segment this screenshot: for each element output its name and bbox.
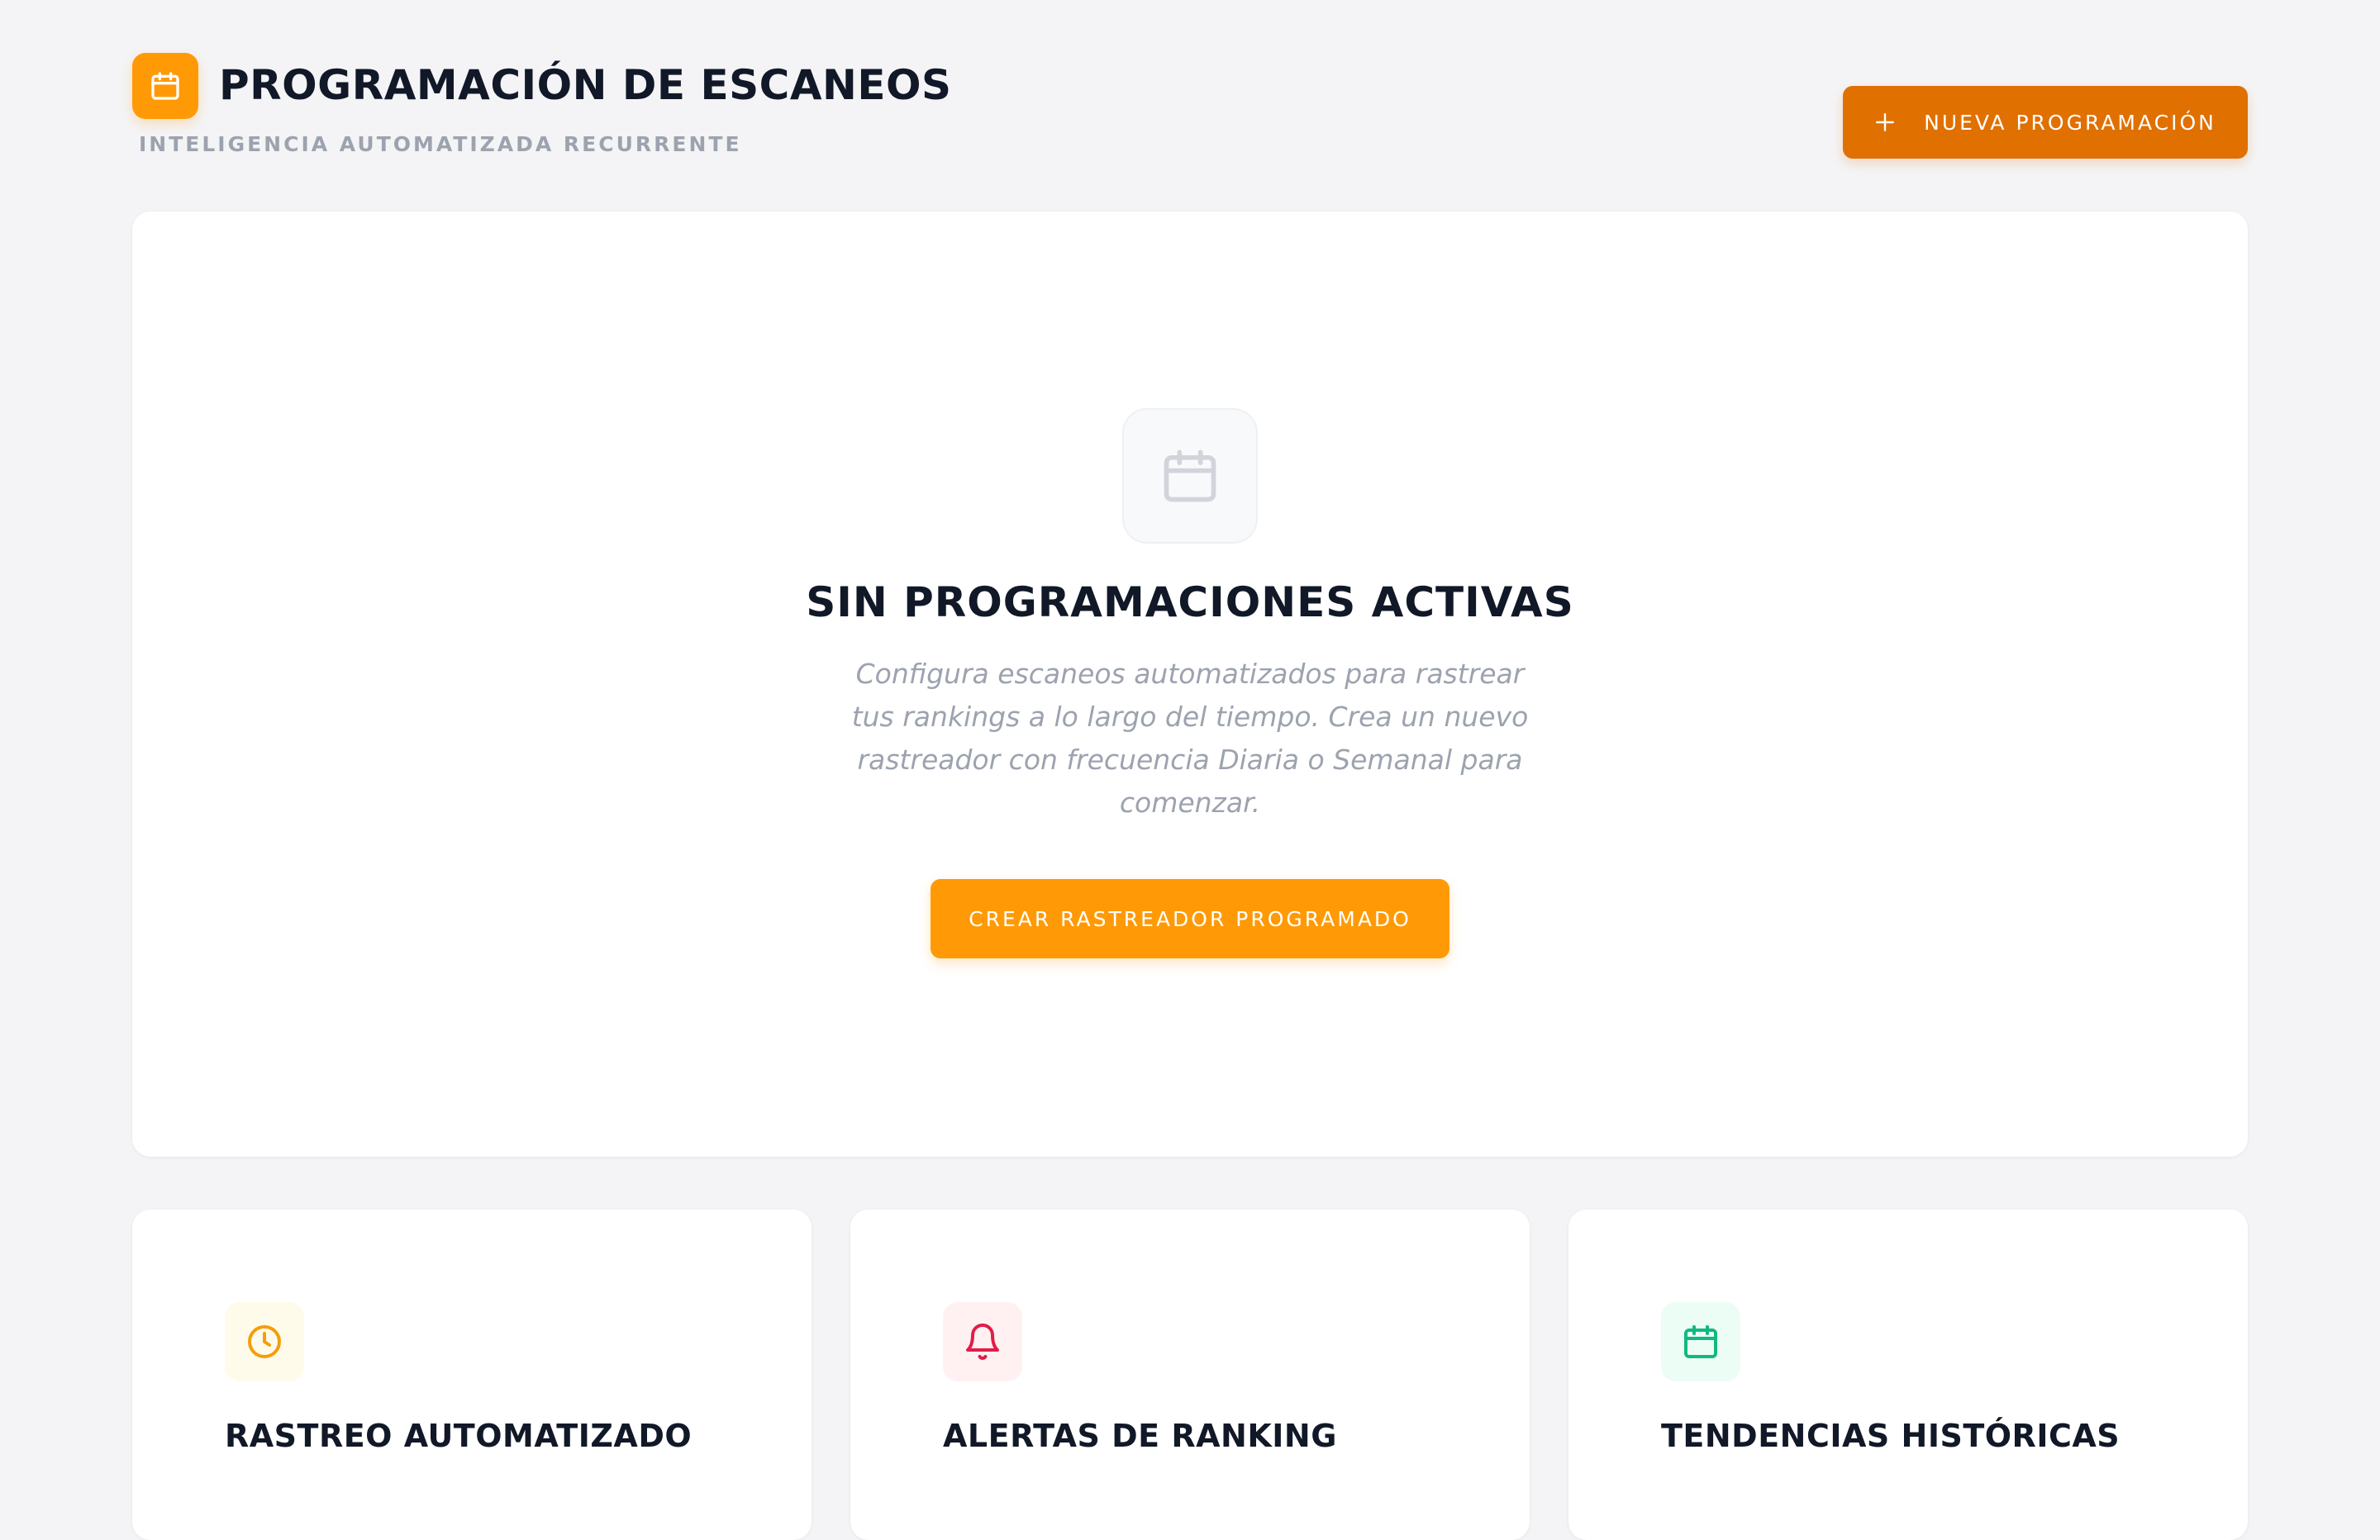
empty-state-title: SIN PROGRAMACIONES ACTIVAS <box>806 578 1574 626</box>
feature-title: TENDENCIAS HISTÓRICAS <box>1661 1418 2121 1454</box>
create-scheduled-tracker-button[interactable]: CREAR RASTREADOR PROGRAMADO <box>931 879 1449 958</box>
calendar-icon <box>1164 449 1216 502</box>
calendar-icon <box>151 72 179 100</box>
app-logo <box>132 53 198 119</box>
feature-title: ALERTAS DE RANKING <box>943 1418 1337 1454</box>
feature-card-historical-trends <box>1568 1210 2248 1540</box>
clock-icon <box>225 1302 304 1381</box>
feature-title: RASTREO AUTOMATIZADO <box>225 1418 693 1454</box>
feature-card-automated-tracking <box>132 1210 812 1540</box>
page-title: PROGRAMACIÓN DE ESCANEOS <box>219 61 952 109</box>
empty-state-icon-box <box>1122 408 1258 544</box>
bell-icon <box>943 1302 1022 1381</box>
page-subtitle: INTELIGENCIA AUTOMATIZADA RECURRENTE <box>139 132 742 156</box>
feature-card-ranking-alerts <box>850 1210 1530 1540</box>
empty-state-description: Configura escaneos automatizados para ra… <box>851 658 1529 819</box>
new-schedule-button[interactable]: NUEVA PROGRAMACIÓN <box>1843 86 2248 159</box>
new-schedule-button-label: NUEVA PROGRAMACIÓN <box>1924 110 2216 135</box>
calendar-icon <box>1661 1302 1740 1381</box>
plus-icon <box>1874 112 1896 133</box>
